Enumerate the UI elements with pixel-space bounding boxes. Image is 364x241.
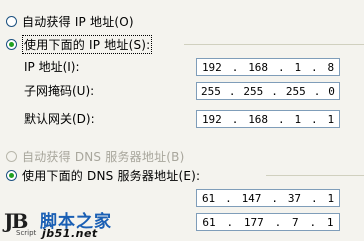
radio-button-checked[interactable]: [6, 169, 17, 181]
octet: 1: [294, 112, 302, 126]
default-gateway-field[interactable]: 192. 168. 1. 1: [196, 110, 340, 128]
ip-address-label: IP 地址(I):: [24, 60, 80, 74]
octet: 7: [292, 215, 299, 229]
octet: 61: [201, 191, 216, 205]
octet: 192: [201, 60, 222, 74]
site-url: jb51.net: [42, 227, 98, 240]
radio-button[interactable]: [6, 15, 17, 27]
octet: 61: [202, 215, 216, 229]
group-divider: [266, 175, 364, 176]
manual-dns-label: 使用下面的 DNS 服务器地址(E):: [22, 168, 201, 183]
logo-script-text: Script: [16, 229, 37, 237]
auto-ip-radio[interactable]: 自动获得 IP 地址(O): [6, 12, 134, 30]
manual-dns-radio[interactable]: 使用下面的 DNS 服务器地址(E):: [6, 166, 200, 184]
octet: 255: [200, 84, 221, 98]
octet: 0: [328, 84, 335, 98]
default-gateway-label: 默认网关(D):: [24, 112, 95, 126]
auto-dns-label: 自动获得 DNS 服务器地址(B): [22, 149, 185, 164]
octet: 37: [287, 191, 302, 205]
auto-ip-label: 自动获得 IP 地址(O): [22, 14, 134, 29]
ip-address-field[interactable]: 192. 168. 1. 8: [196, 58, 340, 76]
octet: 255: [285, 84, 306, 98]
subnet-mask-label: 子网掩码(U):: [24, 84, 95, 98]
group-divider: [184, 44, 364, 45]
octet: 168: [248, 60, 269, 74]
preferred-dns-field[interactable]: 61. 147. 37. 1: [196, 189, 340, 207]
octet: 1: [327, 112, 335, 126]
octet: 1: [327, 191, 335, 205]
octet: 177: [243, 215, 264, 229]
octet: 168: [248, 112, 269, 126]
auto-dns-radio[interactable]: 自动获得 DNS 服务器地址(B): [6, 147, 184, 165]
manual-ip-radio[interactable]: 使用下面的 IP 地址(S):: [6, 34, 153, 54]
octet: 147: [241, 191, 262, 205]
radio-button-disabled[interactable]: [6, 150, 17, 162]
radio-button-checked[interactable]: [6, 38, 17, 50]
manual-ip-label: 使用下面的 IP 地址(S):: [22, 34, 153, 54]
octet: 255: [243, 84, 264, 98]
octet: 8: [327, 60, 335, 74]
subnet-mask-field[interactable]: 255. 255. 255. 0: [196, 82, 340, 100]
alternate-dns-field[interactable]: 61. 177. 7. 1: [196, 213, 340, 231]
octet: 192: [201, 112, 222, 126]
octet: 1: [294, 60, 302, 74]
watermark-logo: JB Script 脚本之家 jb51.net: [0, 207, 120, 241]
octet: 1: [326, 215, 334, 229]
